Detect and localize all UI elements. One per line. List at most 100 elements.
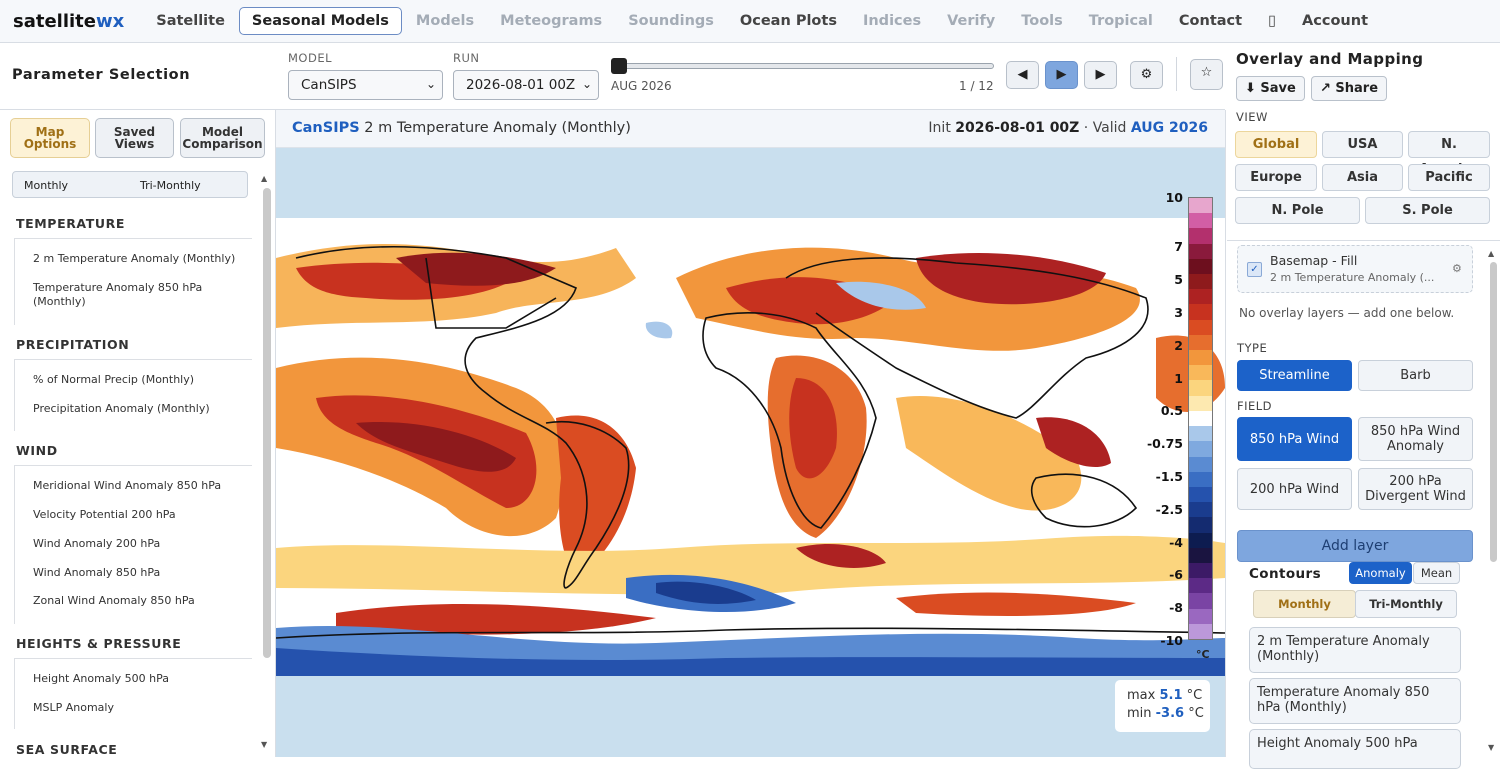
param-item[interactable]: MSLP Anomaly: [33, 701, 243, 715]
param-item[interactable]: Meridional Wind Anomaly 850 hPa: [33, 479, 243, 493]
field-200-divergent-wind[interactable]: 200 hPa Divergent Wind: [1358, 468, 1473, 510]
divider: [14, 658, 252, 659]
nav-models[interactable]: Models: [404, 8, 486, 34]
colorbar-swatch: [1189, 486, 1212, 503]
view-europe[interactable]: Europe: [1235, 164, 1317, 191]
colorbar: [1188, 197, 1213, 640]
view-pacific[interactable]: Pacific: [1408, 164, 1490, 191]
view-global[interactable]: Global: [1235, 131, 1317, 158]
contour-mode-anomaly[interactable]: Anomaly: [1349, 562, 1412, 584]
nav-contact[interactable]: Contact: [1167, 8, 1254, 34]
colorbar-label: -0.75: [1146, 436, 1183, 451]
colorbar-swatch: [1189, 258, 1212, 275]
period-tri-monthly[interactable]: Tri-Monthly: [140, 179, 201, 192]
scroll-down-icon[interactable]: ▼: [1488, 743, 1494, 752]
map-header: CanSIPS 2 m Temperature Anomaly (Monthly…: [276, 110, 1225, 148]
view-s-pole[interactable]: S. Pole: [1365, 197, 1490, 224]
colorbar-swatch: [1189, 213, 1212, 229]
contour-item[interactable]: 2 m Temperature Anomaly (Monthly): [1249, 627, 1461, 673]
type-barb[interactable]: Barb: [1358, 360, 1473, 391]
nav-soundings[interactable]: Soundings: [616, 8, 726, 34]
next-frame-button[interactable]: ▶: [1084, 61, 1117, 89]
run-select[interactable]: 2026-08-01 00Z ⌄: [453, 70, 599, 100]
param-item[interactable]: Precipitation Anomaly (Monthly): [33, 402, 243, 416]
nav-tools[interactable]: Tools: [1009, 8, 1075, 34]
prev-frame-button[interactable]: ◀: [1006, 61, 1039, 89]
model-select[interactable]: CanSIPS ⌄: [288, 70, 443, 100]
star-icon[interactable]: ☆: [1190, 59, 1223, 90]
scrollbar[interactable]: [1490, 262, 1497, 562]
tab-map-options[interactable]: Map Options: [10, 118, 90, 158]
nav-satellite[interactable]: Satellite: [144, 8, 237, 34]
param-item[interactable]: Height Anomaly 500 hPa: [33, 672, 243, 686]
nav-seasonal-models[interactable]: Seasonal Models: [238, 7, 402, 35]
nav-verify[interactable]: Verify: [935, 8, 1007, 34]
type-streamline[interactable]: Streamline: [1237, 360, 1352, 391]
contour-item[interactable]: Height Anomaly 500 hPa: [1249, 729, 1461, 769]
colorbar-swatch: [1189, 471, 1212, 488]
colorbar-swatch: [1189, 547, 1212, 564]
param-item[interactable]: Velocity Potential 200 hPa: [33, 508, 243, 522]
valid-value: AUG 2026: [1130, 120, 1208, 136]
nav-ocean-plots[interactable]: Ocean Plots: [728, 8, 849, 34]
temperature-anomaly-map[interactable]: [276, 218, 1225, 676]
map-area[interactable]: CanSIPS 2 m Temperature Anomaly (Monthly…: [276, 110, 1225, 757]
colorbar-label: 7: [1174, 239, 1183, 254]
field-850-wind-anomaly[interactable]: 850 hPa Wind Anomaly: [1358, 417, 1473, 461]
nav-account[interactable]: Account: [1290, 8, 1380, 34]
param-item[interactable]: Wind Anomaly 200 hPa: [33, 537, 243, 551]
view-n-pole[interactable]: N. Pole: [1235, 197, 1360, 224]
min-value: -3.6: [1155, 706, 1185, 721]
save-button[interactable]: ⬇ Save: [1236, 76, 1305, 101]
contour-period-monthly[interactable]: Monthly: [1253, 590, 1356, 618]
contour-item[interactable]: Temperature Anomaly 850 hPa (Monthly): [1249, 678, 1461, 724]
tab-model-comparison[interactable]: Model Comparison: [180, 118, 265, 158]
play-button[interactable]: ▶: [1045, 61, 1078, 89]
nav-tropical[interactable]: Tropical: [1077, 8, 1165, 34]
scroll-up-icon[interactable]: ▲: [1488, 249, 1494, 258]
scrollbar[interactable]: [263, 188, 271, 658]
contour-mode-mean[interactable]: Mean: [1413, 562, 1460, 584]
nav-meteograms[interactable]: Meteograms: [488, 8, 614, 34]
colorbar-swatch: [1189, 532, 1212, 549]
view-n-america[interactable]: N. America: [1408, 131, 1490, 177]
field-850-wind[interactable]: 850 hPa Wind: [1237, 417, 1352, 461]
colorbar-label: -8: [1169, 600, 1183, 615]
checkbox[interactable]: ✓: [1247, 262, 1262, 277]
param-item[interactable]: % of Normal Precip (Monthly): [33, 373, 243, 387]
brand-logo[interactable]: satellitewx: [13, 11, 124, 32]
basemap-layer[interactable]: ✓ Basemap - Fill 2 m Temperature Anomaly…: [1237, 245, 1473, 293]
colorbar-swatch: [1189, 623, 1212, 640]
category-precipitation: PRECIPITATION: [16, 337, 130, 352]
gear-icon[interactable]: ⚙: [1452, 262, 1462, 275]
view-asia[interactable]: Asia: [1322, 164, 1403, 191]
period-monthly[interactable]: Monthly: [24, 179, 68, 192]
contour-period-tri-monthly[interactable]: Tri-Monthly: [1355, 590, 1457, 618]
share-button[interactable]: ↗ Share: [1311, 76, 1388, 101]
param-item[interactable]: 2 m Temperature Anomaly (Monthly): [33, 252, 243, 266]
colorbar-swatch: [1189, 517, 1212, 534]
contours-label: Contours: [1249, 566, 1322, 582]
colorbar-swatch: [1189, 289, 1212, 305]
settings-icon[interactable]: ⚙: [1130, 61, 1163, 89]
scroll-down-icon[interactable]: ▼: [261, 740, 267, 749]
divider: [14, 360, 15, 431]
device-icon[interactable]: ▯: [1256, 8, 1288, 34]
nav-indices[interactable]: Indices: [851, 8, 933, 34]
param-item[interactable]: Temperature Anomaly 850 hPa (Monthly): [33, 281, 243, 309]
colorbar-swatch: [1189, 441, 1212, 457]
frame-slider-thumb[interactable]: [611, 58, 627, 74]
view-usa[interactable]: USA: [1322, 131, 1403, 158]
field-200-wind[interactable]: 200 hPa Wind: [1237, 468, 1352, 510]
tab-saved-views[interactable]: Saved Views: [95, 118, 174, 158]
param-item[interactable]: Zonal Wind Anomaly 850 hPa: [33, 594, 243, 608]
category-heights-pressure: HEIGHTS & PRESSURE: [16, 636, 182, 651]
colorbar-unit: °C: [1196, 648, 1210, 661]
run-select-value: 2026-08-01 00Z: [466, 77, 576, 93]
param-item[interactable]: Wind Anomaly 850 hPa: [33, 566, 243, 580]
category-wind: WIND: [16, 443, 58, 458]
scroll-up-icon[interactable]: ▲: [261, 174, 267, 183]
add-layer-button[interactable]: Add layer: [1237, 530, 1473, 562]
frame-slider[interactable]: [612, 63, 994, 69]
chevron-down-icon: ⌄: [581, 77, 592, 91]
